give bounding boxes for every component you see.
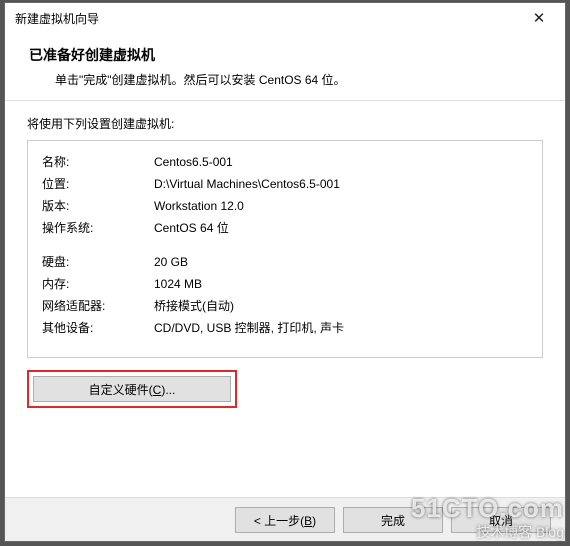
summary-value: 桥接模式(自动): [154, 295, 528, 317]
summary-row: 版本:Workstation 12.0: [42, 195, 528, 217]
customize-hardware-highlight: 自定义硬件(C)...: [27, 370, 237, 408]
window-title: 新建虚拟机向导: [15, 10, 517, 27]
wizard-header: 已准备好创建虚拟机 单击"完成"创建虚拟机。然后可以安装 CentOS 64 位…: [5, 33, 565, 101]
titlebar: 新建虚拟机向导 ✕: [5, 3, 565, 33]
wizard-heading: 已准备好创建虚拟机: [29, 45, 565, 65]
summary-key: 位置:: [42, 173, 154, 195]
summary-row: 内存:1024 MB: [42, 273, 528, 295]
settings-summary-box: 名称:Centos6.5-001 位置:D:\Virtual Machines\…: [27, 140, 543, 358]
back-button[interactable]: < 上一步(B): [235, 507, 335, 533]
close-icon: ✕: [533, 9, 546, 27]
wizard-subheading: 单击"完成"创建虚拟机。然后可以安装 CentOS 64 位。: [29, 71, 565, 88]
settings-intro: 将使用下列设置创建虚拟机:: [27, 115, 543, 132]
summary-row: 其他设备:CD/DVD, USB 控制器, 打印机, 声卡: [42, 317, 528, 339]
summary-row: 位置:D:\Virtual Machines\Centos6.5-001: [42, 173, 528, 195]
summary-key: 硬盘:: [42, 251, 154, 273]
summary-row: 名称:Centos6.5-001: [42, 151, 528, 173]
summary-row: 网络适配器:桥接模式(自动): [42, 295, 528, 317]
close-button[interactable]: ✕: [517, 4, 561, 32]
summary-key: 其他设备:: [42, 317, 154, 339]
summary-key: 名称:: [42, 151, 154, 173]
summary-key: 操作系统:: [42, 217, 154, 239]
wizard-body: 将使用下列设置创建虚拟机: 名称:Centos6.5-001 位置:D:\Vir…: [5, 101, 565, 497]
new-vm-wizard-dialog: 新建虚拟机向导 ✕ 已准备好创建虚拟机 单击"完成"创建虚拟机。然后可以安装 C…: [4, 2, 566, 542]
summary-row: 操作系统:CentOS 64 位: [42, 217, 528, 239]
summary-key: 网络适配器:: [42, 295, 154, 317]
wizard-footer: < 上一步(B) 完成 取消: [5, 497, 565, 541]
summary-value: D:\Virtual Machines\Centos6.5-001: [154, 173, 528, 195]
customize-hardware-button[interactable]: 自定义硬件(C)...: [33, 376, 231, 402]
summary-value: CentOS 64 位: [154, 217, 528, 239]
summary-value: Workstation 12.0: [154, 195, 528, 217]
finish-button[interactable]: 完成: [343, 507, 443, 533]
cancel-button[interactable]: 取消: [451, 507, 551, 533]
summary-value: 1024 MB: [154, 273, 528, 295]
summary-row: 硬盘:20 GB: [42, 251, 528, 273]
summary-value: CD/DVD, USB 控制器, 打印机, 声卡: [154, 317, 528, 339]
summary-key: 内存:: [42, 273, 154, 295]
summary-key: 版本:: [42, 195, 154, 217]
summary-value: Centos6.5-001: [154, 151, 528, 173]
summary-value: 20 GB: [154, 251, 528, 273]
